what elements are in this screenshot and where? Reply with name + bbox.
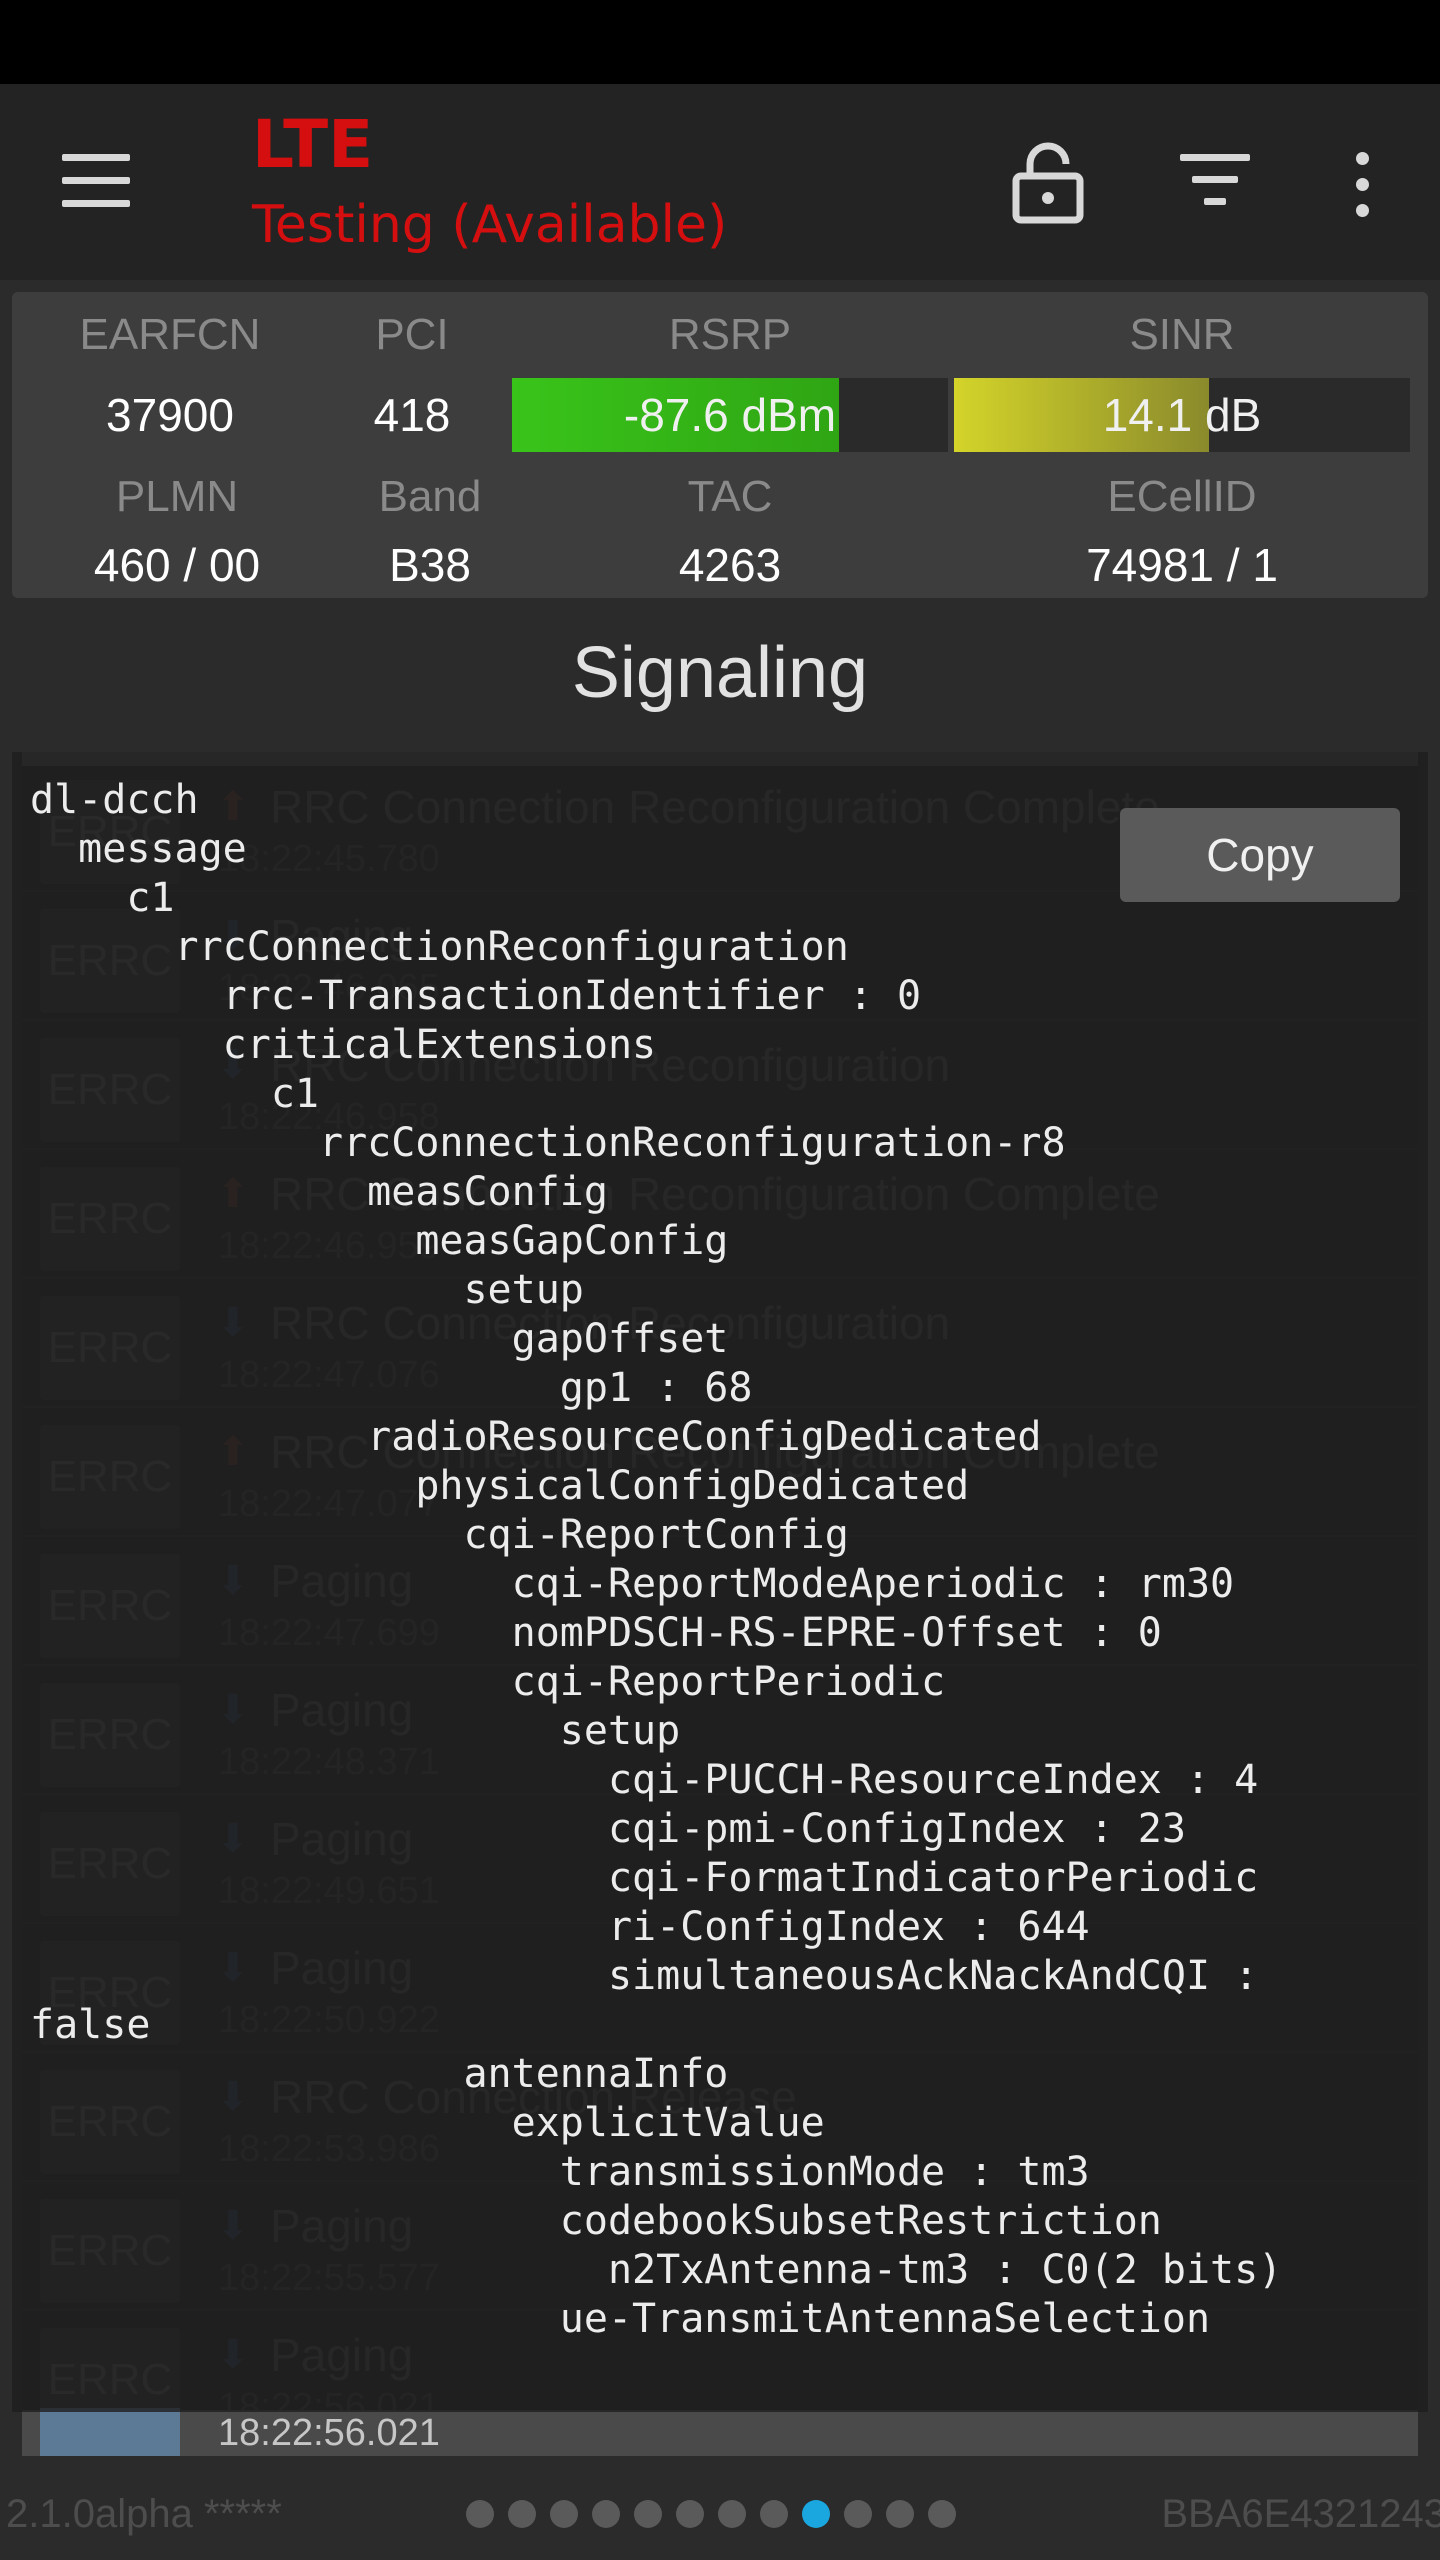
app-bar: LTE Testing (Available) (0, 84, 1440, 280)
pci-value: 418 (373, 389, 451, 441)
band-label: Band (378, 472, 482, 521)
message-detail-text: dl-dcch message c1 rrcConnectionReconfig… (30, 777, 1283, 2342)
page-title: LTE (252, 106, 374, 183)
cell-info-panel: EARFCN PCI RSRP SINR 37900 418 -87.6 dBm… (12, 292, 1428, 598)
page-dot[interactable] (844, 2500, 872, 2528)
status-bar (0, 0, 1440, 84)
list-bottom-time: 18:22:56.021 (218, 2412, 440, 2454)
ecellid-label: ECellID (1107, 472, 1257, 521)
tac-label: TAC (687, 472, 773, 521)
page-dot[interactable] (592, 2500, 620, 2528)
page-dot[interactable] (886, 2500, 914, 2528)
page-subtitle: Testing (Available) (252, 195, 728, 255)
page-dot[interactable] (466, 2500, 494, 2528)
pci-label: PCI (375, 310, 449, 359)
menu-icon[interactable] (62, 154, 130, 210)
filter-icon[interactable] (1180, 154, 1250, 214)
band-value: B38 (389, 539, 471, 591)
earfcn-value: 37900 (106, 389, 234, 441)
more-vert-icon[interactable] (1350, 152, 1374, 222)
page-dot[interactable] (550, 2500, 578, 2528)
tac-value: 4263 (678, 539, 782, 591)
version-label: 2.1.0alpha ***** (6, 2492, 282, 2536)
earfcn-label: EARFCN (79, 310, 261, 359)
sinr-label: SINR (1129, 310, 1235, 359)
plmn-value: 460 / 00 (93, 539, 261, 591)
page-dot[interactable] (508, 2500, 536, 2528)
page-dot[interactable] (928, 2500, 956, 2528)
rsrp-value: -87.6 dBm (623, 389, 837, 441)
lock-open-icon[interactable] (1010, 140, 1086, 224)
page-dot[interactable] (760, 2500, 788, 2528)
plmn-label: PLMN (115, 472, 239, 521)
page-dot[interactable] (718, 2500, 746, 2528)
rsrp-meter: -87.6 dBm (512, 378, 948, 452)
device-id-label: BBA6E4321243 (1161, 2492, 1440, 2536)
rsrp-label: RSRP (668, 310, 792, 359)
section-title: Signaling (571, 633, 869, 713)
sinr-value: 14.1 dB (1102, 389, 1262, 441)
copy-button[interactable]: Copy (1120, 808, 1400, 902)
sinr-meter: 14.1 dB (954, 378, 1410, 452)
page-dot[interactable] (676, 2500, 704, 2528)
ecellid-value: 74981 / 1 (1086, 539, 1278, 591)
page-dot[interactable] (802, 2500, 830, 2528)
page-dot[interactable] (634, 2500, 662, 2528)
list-bottom-badge (40, 2408, 180, 2456)
